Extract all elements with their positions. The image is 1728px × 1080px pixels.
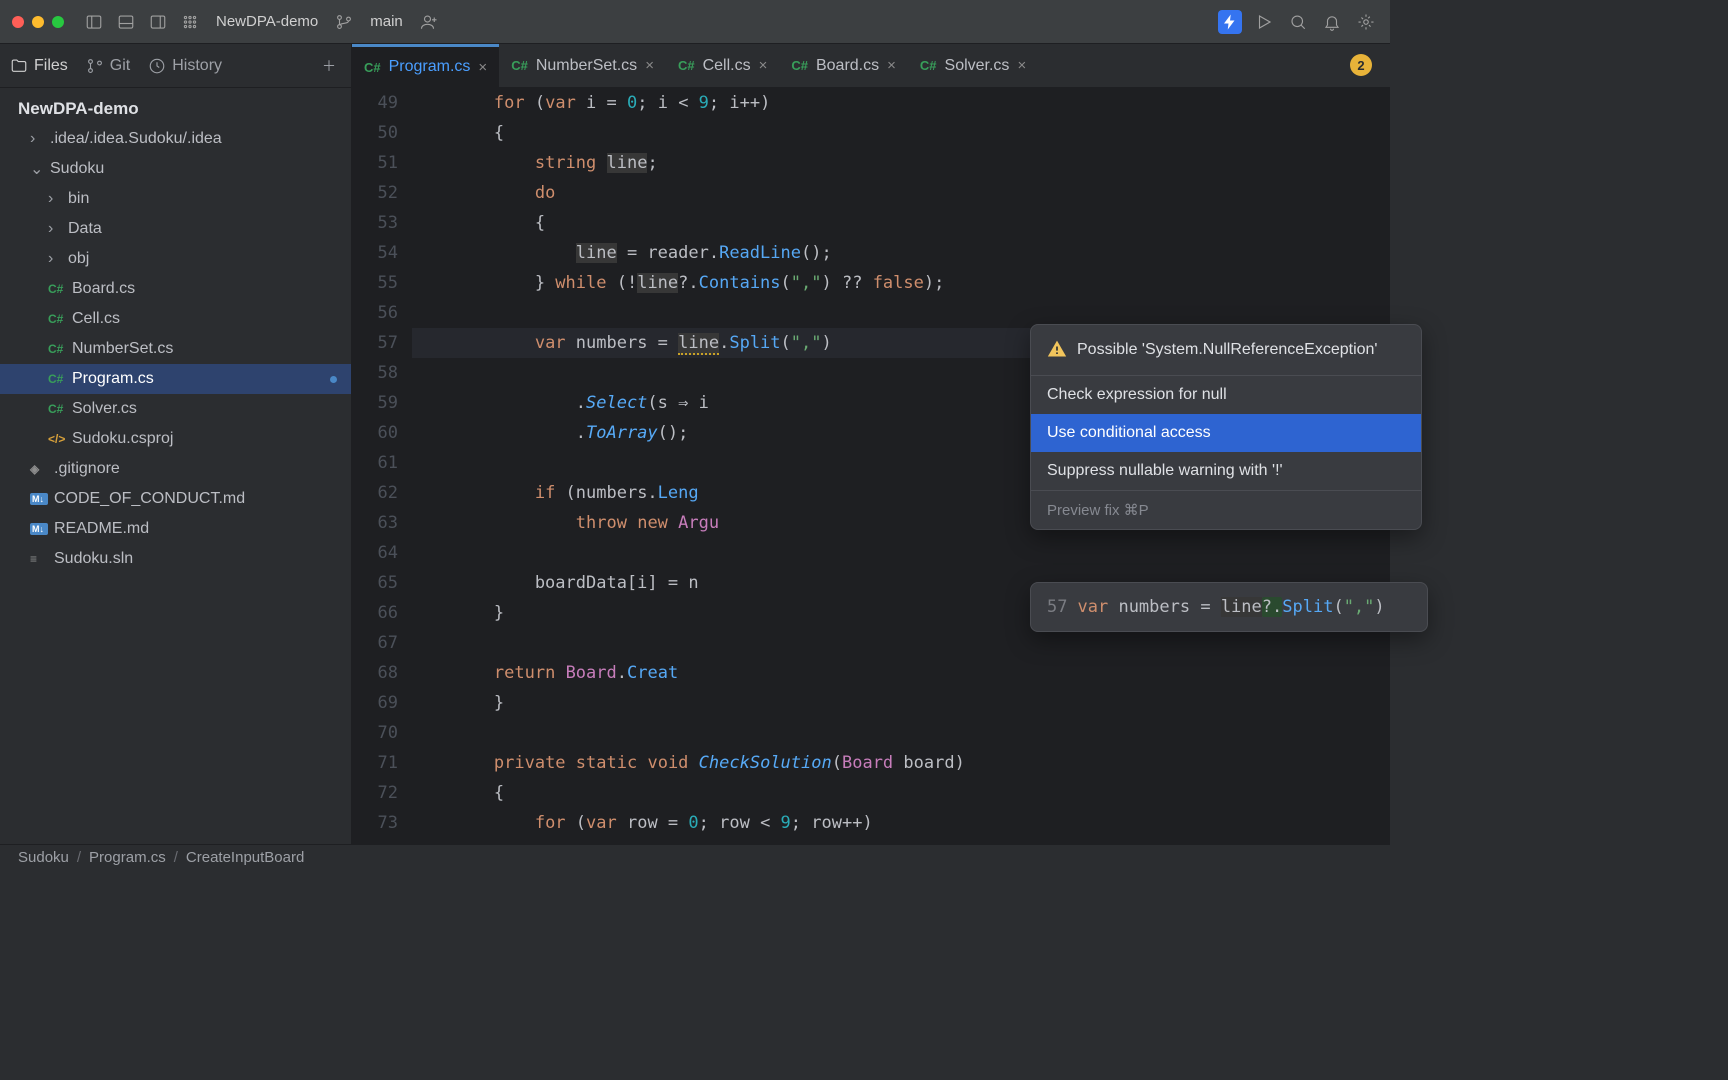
folder-icon [10,57,28,75]
project-root[interactable]: NewDPA-demo [0,94,351,124]
file-numberset[interactable]: C#NumberSet.cs [0,334,351,364]
file-program[interactable]: C#Program.cs [0,364,351,394]
tab-git[interactable]: Git [86,57,130,75]
chevron-down-icon: ⌄ [30,159,44,179]
sidebar-right-icon[interactable] [146,10,170,34]
file-csproj[interactable]: </>Sudoku.csproj [0,424,351,454]
chevron-right-icon: › [48,220,62,238]
branch-name[interactable]: main [364,13,409,30]
sidebar: Files Git History ＋ NewDPA-demo ›.idea/.… [0,44,352,844]
solution-icon: ≡ [30,552,48,566]
chevron-right-icon: › [30,130,44,148]
folder-sudoku[interactable]: ⌄Sudoku [0,154,351,184]
modified-dot-icon [330,376,337,383]
tab-program[interactable]: C#Program.cs× [352,44,499,87]
branch-icon[interactable] [332,10,356,34]
title-bar: NewDPA-demo main [0,0,1390,44]
editor: C#Program.cs× C#NumberSet.cs× C#Cell.cs×… [352,44,1390,844]
preview-line-number: 57 [1047,597,1067,617]
git-icon [86,57,104,75]
close-icon[interactable]: × [759,57,768,74]
file-solver[interactable]: C#Solver.cs [0,394,351,424]
csharp-icon: C# [791,58,808,73]
close-icon[interactable]: × [645,57,654,74]
add-user-icon[interactable] [417,10,441,34]
crumb-project[interactable]: Sudoku [18,849,69,866]
csharp-icon: C# [48,312,66,326]
crumb-method[interactable]: CreateInputBoard [186,849,304,866]
tab-git-label: Git [110,57,130,75]
editor-tabs: C#Program.cs× C#NumberSet.cs× C#Cell.cs×… [352,44,1390,88]
file-conduct[interactable]: M↓CODE_OF_CONDUCT.md [0,484,351,514]
gitignore-icon: ◈ [30,462,48,476]
csharp-icon: C# [48,342,66,356]
gutter: 4950515253545556575859606162636465666768… [352,88,412,844]
fix-suppress-warning[interactable]: Suppress nullable warning with '!' [1031,452,1421,490]
add-tab-icon[interactable]: ＋ [317,54,341,78]
close-icon[interactable]: × [1017,57,1026,74]
file-readme[interactable]: M↓README.md [0,514,351,544]
folder-bin[interactable]: ›bin [0,184,351,214]
popup-footer: Preview fix ⌘P [1031,490,1421,529]
grid-icon[interactable] [178,10,202,34]
file-board[interactable]: C#Board.cs [0,274,351,304]
sidebar-tabs: Files Git History ＋ [0,44,351,88]
file-cell[interactable]: C#Cell.cs [0,304,351,334]
csharp-icon: C# [511,58,528,73]
bell-icon[interactable] [1320,10,1344,34]
fix-conditional-access[interactable]: Use conditional access [1031,414,1421,452]
fix-preview: 57var numbers = line?.Split(",") [1030,582,1428,632]
tab-files[interactable]: Files [10,57,68,75]
search-icon[interactable] [1286,10,1310,34]
tab-cell[interactable]: C#Cell.cs× [666,44,779,87]
tab-board[interactable]: C#Board.cs× [779,44,908,87]
window-controls [12,16,64,28]
gear-icon[interactable] [1354,10,1378,34]
popup-header: Possible 'System.NullReferenceException' [1031,325,1421,376]
tab-numberset[interactable]: C#NumberSet.cs× [499,44,666,87]
csharp-icon: C# [364,60,381,75]
markdown-icon: M↓ [30,523,48,535]
tab-history[interactable]: History [148,57,222,75]
csharp-icon: C# [48,282,66,296]
folder-obj[interactable]: ›obj [0,244,351,274]
minimize-window[interactable] [32,16,44,28]
csharp-icon: C# [48,372,66,386]
history-icon [148,57,166,75]
xml-icon: </> [48,432,66,446]
crumb-file[interactable]: Program.cs [89,849,166,866]
project-name[interactable]: NewDPA-demo [210,13,324,30]
sidebar-left-icon[interactable] [82,10,106,34]
csharp-icon: C# [920,58,937,73]
ai-bolt-icon[interactable] [1218,10,1242,34]
chevron-right-icon: › [48,250,62,268]
close-icon[interactable]: × [478,59,487,76]
tab-history-label: History [172,57,222,75]
folder-data[interactable]: ›Data [0,214,351,244]
file-sln[interactable]: ≡Sudoku.sln [0,544,351,574]
chevron-right-icon: › [48,190,62,208]
file-gitignore[interactable]: ◈.gitignore [0,454,351,484]
maximize-window[interactable] [52,16,64,28]
tab-files-label: Files [34,57,68,75]
run-icon[interactable] [1252,10,1276,34]
file-tree: NewDPA-demo ›.idea/.idea.Sudoku/.idea ⌄S… [0,88,351,574]
warnings-badge[interactable]: 2 [1350,54,1372,76]
folder-idea[interactable]: ›.idea/.idea.Sudoku/.idea [0,124,351,154]
sidebar-bottom-icon[interactable] [114,10,138,34]
quickfix-popup: Possible 'System.NullReferenceException'… [1030,324,1422,530]
warning-icon [1047,339,1067,359]
csharp-icon: C# [48,402,66,416]
markdown-icon: M↓ [30,493,48,505]
csharp-icon: C# [678,58,695,73]
breadcrumb-bar: Sudoku / Program.cs / CreateInputBoard [0,844,1390,870]
fix-check-null[interactable]: Check expression for null [1031,376,1421,414]
popup-title: Possible 'System.NullReferenceException' [1077,339,1377,361]
close-icon[interactable]: × [887,57,896,74]
close-window[interactable] [12,16,24,28]
tab-solver[interactable]: C#Solver.cs× [908,44,1038,87]
